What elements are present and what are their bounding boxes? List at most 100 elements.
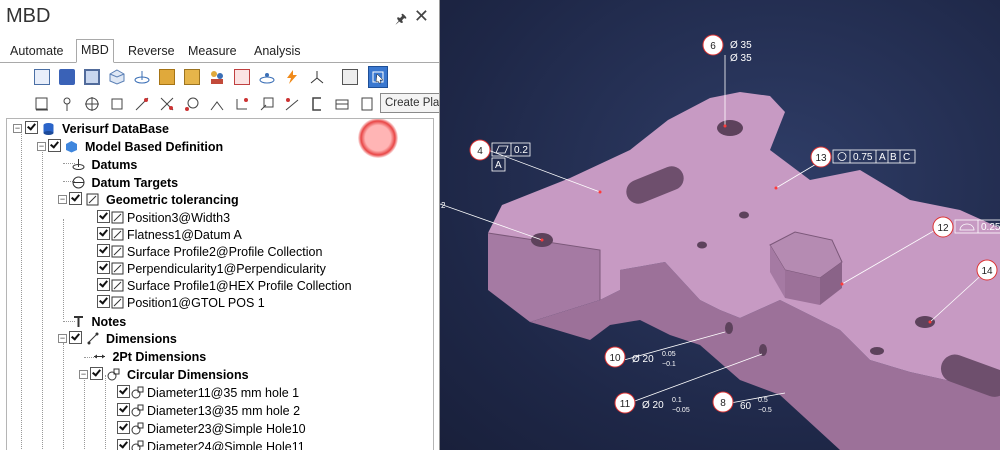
folder-stack-icon[interactable] bbox=[157, 67, 177, 87]
gdt-feature-icon bbox=[111, 279, 124, 292]
callout-11-lower: −0.05 bbox=[672, 407, 690, 414]
pin-icon[interactable]: 🖈 bbox=[395, 10, 407, 32]
tree-item-label: Datum Targets bbox=[91, 176, 179, 190]
angle-dim-icon[interactable] bbox=[207, 94, 227, 114]
svg-text:14: 14 bbox=[981, 266, 993, 277]
balloon-10[interactable]: 10 bbox=[604, 346, 626, 368]
tree-leaf[interactable]: Diameter23@Simple Hole10 bbox=[117, 421, 306, 438]
datum-target-icon bbox=[72, 176, 85, 189]
balloon-4[interactable]: 4 bbox=[469, 139, 491, 161]
checkbox[interactable] bbox=[117, 421, 130, 434]
close-icon[interactable]: ✕ bbox=[414, 6, 429, 27]
model-viewport[interactable]: 6 4 13 12 14 10 11 8 Ø 35 Ø 35 0.2 A 0.7… bbox=[440, 0, 1000, 450]
checkbox[interactable] bbox=[48, 139, 61, 152]
monitor-icon[interactable] bbox=[82, 67, 102, 87]
target-icon[interactable] bbox=[82, 94, 102, 114]
checkbox[interactable] bbox=[117, 385, 130, 398]
balloon-11[interactable]: 11 bbox=[614, 392, 636, 414]
collapse-icon[interactable]: − bbox=[79, 370, 88, 379]
corner-dim-icon[interactable] bbox=[232, 94, 252, 114]
tab-automate[interactable]: Automate bbox=[6, 41, 68, 61]
tree-item-2pt-dimensions[interactable]: 2Pt Dimensions bbox=[93, 349, 206, 366]
checkbox[interactable] bbox=[69, 331, 82, 344]
circle-dim-icon[interactable] bbox=[182, 94, 202, 114]
bracket-dim-icon[interactable] bbox=[307, 94, 327, 114]
checkbox[interactable] bbox=[25, 121, 38, 134]
panel-title: MBD bbox=[6, 5, 51, 27]
tree-item-gdt[interactable]: − Geometric tolerancing bbox=[51, 192, 239, 209]
balloon-8[interactable]: 8 bbox=[712, 391, 734, 413]
collapse-icon[interactable]: − bbox=[37, 142, 46, 151]
checkbox[interactable] bbox=[97, 295, 110, 308]
lightning-icon[interactable] bbox=[282, 67, 302, 87]
table-dim-icon[interactable] bbox=[332, 94, 352, 114]
datum-icon bbox=[72, 159, 85, 170]
tree-leaf[interactable]: Diameter11@35 mm hole 1 bbox=[117, 385, 299, 402]
checklist-icon[interactable] bbox=[32, 67, 52, 87]
datum-plane-icon[interactable] bbox=[132, 67, 152, 87]
checkbox[interactable] bbox=[90, 367, 103, 380]
tree-leaf[interactable]: Diameter13@35 mm hole 2 bbox=[117, 403, 300, 420]
tree-item-label: Dimensions bbox=[105, 332, 177, 346]
tree-leaf[interactable]: Position3@Width3 bbox=[97, 210, 230, 227]
report-icon[interactable] bbox=[232, 67, 252, 87]
box-dim-icon[interactable] bbox=[257, 94, 277, 114]
tree-item-dimensions[interactable]: − Dimensions bbox=[51, 331, 177, 348]
checkbox[interactable] bbox=[97, 261, 110, 274]
tree-item-notes[interactable]: Notes bbox=[72, 314, 126, 331]
grid-dim-icon[interactable] bbox=[32, 94, 52, 114]
tab-reverse[interactable]: Reverse bbox=[124, 41, 179, 61]
probe-icon[interactable] bbox=[257, 67, 277, 87]
export-icon[interactable] bbox=[340, 67, 360, 87]
pin-point-icon[interactable] bbox=[57, 94, 77, 114]
balloon-14[interactable]: 14 bbox=[976, 259, 998, 281]
tree-item-circular-dimensions[interactable]: − Circular Dimensions bbox=[72, 367, 249, 384]
tree-item-datums[interactable]: Datums bbox=[72, 157, 137, 174]
tree-item-datum-targets[interactable]: Datum Targets bbox=[72, 175, 178, 192]
svg-text:6: 6 bbox=[710, 41, 716, 52]
checkbox[interactable] bbox=[117, 403, 130, 416]
tab-mbd[interactable]: MBD bbox=[76, 39, 114, 63]
axes-icon[interactable] bbox=[307, 67, 327, 87]
tree-root[interactable]: − Verisurf DataBase bbox=[9, 121, 169, 138]
checkbox[interactable] bbox=[97, 227, 110, 240]
tree-leaf-label: Position1@GTOL POS 1 bbox=[127, 296, 265, 310]
slant-dim-icon[interactable] bbox=[282, 94, 302, 114]
balloon-12[interactable]: 12 bbox=[932, 216, 954, 238]
users-icon[interactable] bbox=[207, 67, 227, 87]
tree-item-mbd[interactable]: − Model Based Definition bbox=[30, 139, 223, 156]
square-dim-icon[interactable] bbox=[107, 94, 127, 114]
balloon-6[interactable]: 6 bbox=[702, 34, 724, 56]
cad-part[interactable] bbox=[487, 92, 1000, 450]
balloon-13[interactable]: 13 bbox=[810, 146, 832, 168]
tree-leaf[interactable]: Position1@GTOL POS 1 bbox=[97, 295, 265, 312]
callout-10-lower: −0.1 bbox=[662, 361, 676, 368]
panel-titlebar: MBD 🖈 ✕ bbox=[0, 0, 439, 36]
checkbox[interactable] bbox=[69, 192, 82, 205]
tab-analysis[interactable]: Analysis bbox=[250, 41, 305, 61]
cross-icon[interactable] bbox=[157, 94, 177, 114]
cad-part-view[interactable]: 6 4 13 12 14 10 11 8 Ø 35 Ø 35 0.2 A 0.7… bbox=[440, 0, 1000, 450]
book-icon[interactable] bbox=[57, 67, 77, 87]
collapse-icon[interactable]: − bbox=[58, 334, 67, 343]
cube-icon[interactable] bbox=[107, 67, 127, 87]
checkbox[interactable] bbox=[97, 244, 110, 257]
point-line-icon[interactable] bbox=[132, 94, 152, 114]
tree-leaf[interactable]: Surface Profile2@Profile Collection bbox=[97, 244, 322, 261]
box-icon[interactable] bbox=[182, 67, 202, 87]
tree-leaf-label: Diameter23@Simple Hole10 bbox=[147, 422, 306, 436]
tree-leaf[interactable]: Surface Profile1@HEX Profile Collection bbox=[97, 278, 352, 295]
checkbox[interactable] bbox=[117, 439, 130, 450]
collapse-icon[interactable]: − bbox=[13, 124, 22, 133]
tree-leaf[interactable]: Flatness1@Datum A bbox=[97, 227, 242, 244]
tree-leaf[interactable]: Perpendicularity1@Perpendicularity bbox=[97, 261, 326, 278]
tree-leaf[interactable]: Diameter24@Simple Hole11 bbox=[117, 439, 305, 450]
tree-item-label: Datums bbox=[91, 158, 138, 172]
collapse-icon[interactable]: − bbox=[58, 195, 67, 204]
tab-measure[interactable]: Measure bbox=[184, 41, 241, 61]
checkbox[interactable] bbox=[97, 278, 110, 291]
sheet-dim-icon[interactable] bbox=[357, 94, 377, 114]
tree-leaf-label: Diameter13@35 mm hole 2 bbox=[147, 404, 301, 418]
checkbox[interactable] bbox=[97, 210, 110, 223]
create-plan-from-mbd-button[interactable] bbox=[368, 66, 388, 88]
